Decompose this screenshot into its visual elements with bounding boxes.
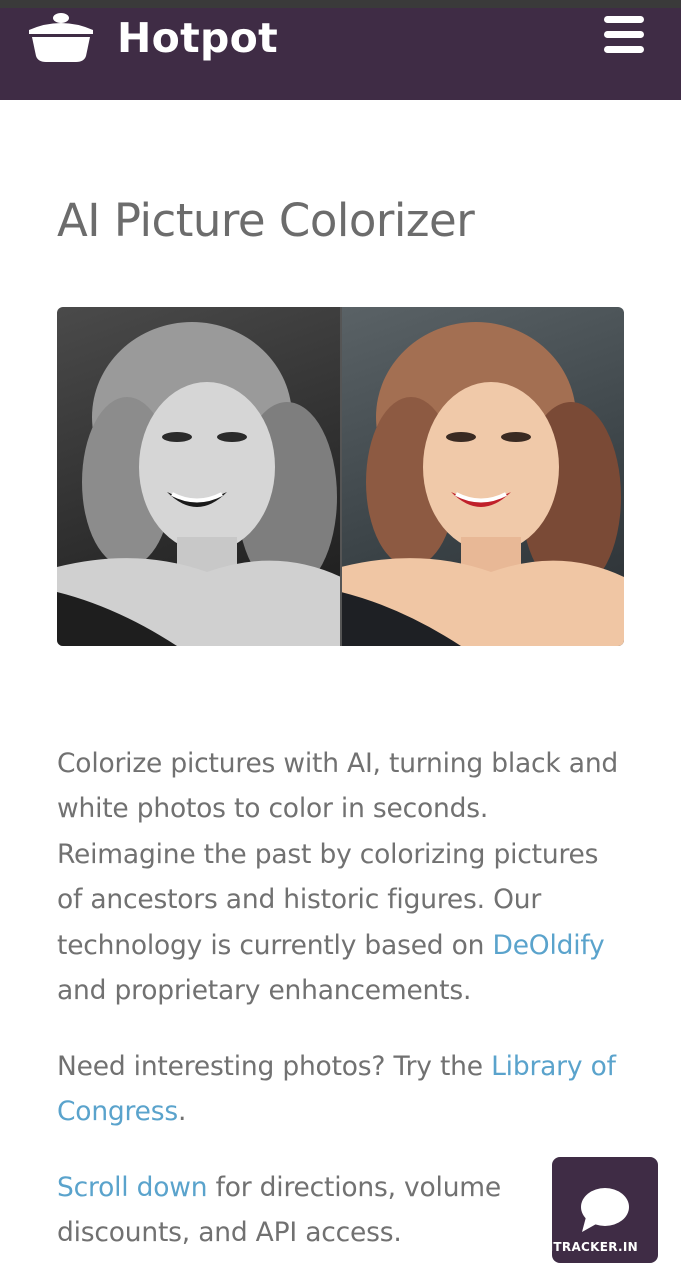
intro-text-end: and proprietary enhancements. (57, 975, 472, 1007)
hamburger-menu-icon[interactable] (602, 16, 646, 56)
photos-text: Need interesting photos? Try the (57, 1051, 492, 1082)
hero-image (57, 307, 624, 646)
photos-text-end: . (177, 1096, 187, 1128)
watermark: TECHTRACKER.IN (517, 1240, 638, 1254)
deoldify-link[interactable]: DeOldify (492, 930, 604, 961)
cooking-pot-icon[interactable] (26, 10, 96, 68)
bw-portrait (57, 307, 341, 646)
intro-paragraph: Colorize pictures with AI, turning black… (57, 741, 627, 1013)
navbar: Hotpot (0, 8, 681, 100)
comparison-divider (340, 307, 342, 646)
scroll-paragraph: Scroll down for directions, volume disco… (57, 1165, 537, 1256)
colorized-portrait (341, 307, 624, 646)
photos-paragraph: Need interesting photos? Try the Library… (57, 1044, 627, 1135)
brand-name[interactable]: Hotpot (117, 14, 278, 62)
page-title: AI Picture Colorizer (57, 194, 475, 247)
status-strip (0, 0, 681, 8)
scroll-down-link[interactable]: Scroll down (57, 1172, 208, 1203)
